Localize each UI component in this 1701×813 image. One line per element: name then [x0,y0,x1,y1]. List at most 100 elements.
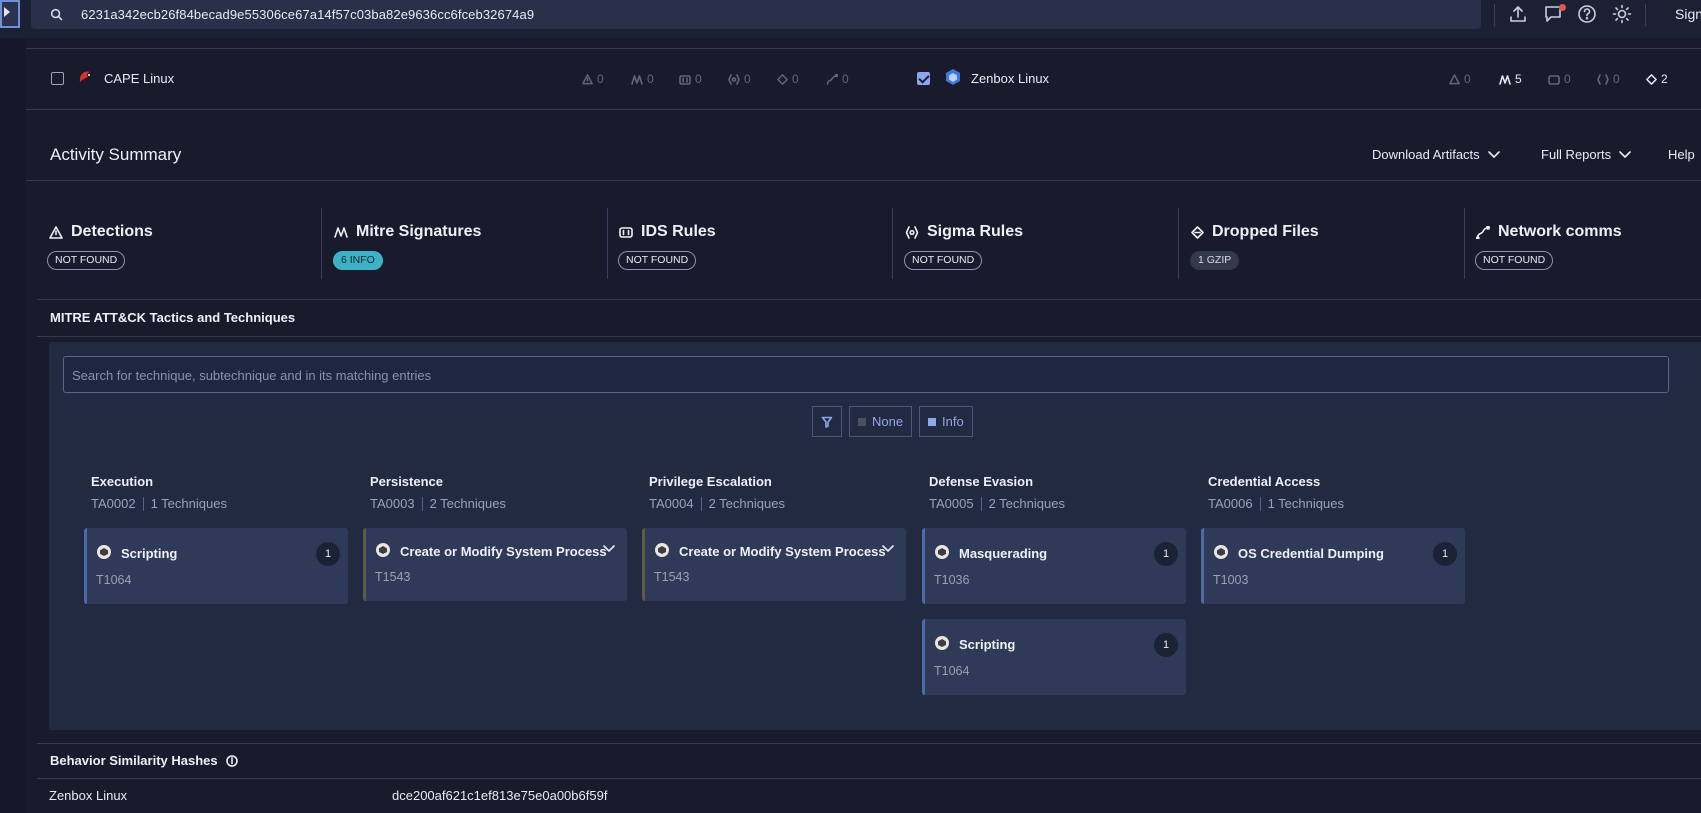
dropped-files-icon [1191,225,1204,239]
filter-icon [821,416,833,428]
technique-card-create-modify-system-process[interactable]: Create or Modify System Process T1543 [363,528,627,601]
technique-name: Scripting [959,637,1016,652]
technique-card-os-credential-dumping[interactable]: OS Credential Dumping T1003 1 [1201,528,1465,604]
top-bar: 6231a342ecb26f84becad9e55306ce67a14f57c0… [0,0,1701,38]
filter-button[interactable] [812,406,842,437]
card-detections[interactable]: Detections [49,223,153,241]
bsh-sandbox-name: Zenbox Linux [49,788,128,803]
warning-icon [582,73,593,84]
none-swatch [858,417,866,426]
warning-icon [1449,73,1460,84]
dropped-files-icon [777,73,788,85]
technique-id: T1064 [96,573,132,587]
network-icon [826,73,838,85]
technique-count: 1 [1154,542,1178,566]
cape-logo-icon [78,69,93,85]
chevron-down-icon[interactable] [882,545,894,553]
stat-ids: 0 [1548,72,1571,86]
help-icon[interactable] [1577,4,1597,24]
search-value: 6231a342ecb26f84becad9e55306ce67a14f57c0… [81,7,535,22]
status-badge: NOT FOUND [1475,251,1554,270]
card-network-comms[interactable]: Network comms [1476,223,1622,241]
technique-count: 1 [1154,633,1178,657]
help-menu[interactable]: Help [1668,147,1695,162]
technique-id: T1543 [654,570,690,584]
divider [26,109,1701,110]
sandbox-checkbox-zenbox[interactable] [917,72,930,85]
stat-mitre: 0 [631,72,654,86]
divider [1464,208,1465,279]
technique-id: T1543 [375,570,411,584]
card-sigma-rules[interactable]: Sigma Rules [905,223,1023,241]
warning-icon [49,225,63,239]
tactic-meta: TA0004 2 Techniques [649,496,785,511]
ids-icon [619,226,633,238]
card-mitre-signatures[interactable]: Mitre Signatures [334,223,481,241]
technique-id: T1036 [934,573,970,587]
technique-name: Scripting [121,546,178,561]
sidebar-toggle-button[interactable] [0,0,20,28]
filter-info-toggle[interactable]: Info [919,406,973,437]
technique-card-masquerading[interactable]: Masquerading T1036 1 [922,528,1186,604]
divider [321,208,322,279]
dropped-files-icon [1646,73,1657,85]
upload-icon[interactable] [1508,4,1528,24]
tactic-privilege-escalation: Privilege Escalation [649,474,772,489]
technique-name: Masquerading [959,546,1048,561]
technique-icon [376,543,390,557]
status-badge: NOT FOUND [47,251,126,270]
technique-icon [935,545,949,559]
stat-mitre: 5 [1499,72,1522,86]
technique-card-scripting[interactable]: Scripting T1064 1 [84,528,348,604]
sandbox-name-zenbox[interactable]: Zenbox Linux [971,71,1049,86]
activity-summary-title: Activity Summary [50,145,182,164]
left-sidebar [0,38,26,813]
divider [1178,208,1179,279]
info-icon[interactable] [225,754,238,767]
technique-count: 1 [316,542,340,566]
divider [37,778,1701,779]
tactic-credential-access: Credential Access [1208,474,1321,489]
technique-icon [1214,545,1228,559]
tactic-meta: TA0006 1 Techniques [1208,496,1344,511]
download-artifacts-menu[interactable]: Download Artifacts [1372,147,1500,162]
stat-detections: 0 [582,72,604,86]
card-ids-rules[interactable]: IDS Rules [619,223,716,241]
technique-card-create-modify-system-process[interactable]: Create or Modify System Process T1543 [642,528,906,601]
sandbox-name-cape[interactable]: CAPE Linux [104,71,174,86]
status-badge: 1 GZIP [1190,251,1240,270]
stat-network: 0 [826,72,849,86]
mitre-icon [334,227,348,238]
theme-toggle-icon[interactable] [1612,4,1632,24]
technique-card-scripting[interactable]: Scripting T1064 1 [922,619,1186,695]
stat-detections: 0 [1449,72,1471,86]
divider [607,208,608,279]
technique-icon [97,545,111,559]
info-swatch [928,417,936,426]
tactic-execution: Execution [91,474,154,489]
technique-icon [935,636,949,650]
mitre-icon [631,74,643,85]
tactic-meta: TA0003 2 Techniques [370,496,506,511]
technique-name: Create or Modify System Process [400,544,607,559]
tactic-meta: TA0005 2 Techniques [929,496,1065,511]
divider [26,48,1701,49]
divider [1494,4,1495,26]
tactic-meta: TA0002 1 Techniques [91,496,227,511]
full-reports-menu[interactable]: Full Reports [1541,147,1631,162]
sandbox-checkbox-cape[interactable] [51,72,64,85]
technique-search-input[interactable]: Search for technique, subtechnique and i… [63,356,1669,393]
search-input[interactable]: 6231a342ecb26f84becad9e55306ce67a14f57c0… [31,0,1481,29]
stat-sigma: 0 [1597,72,1620,86]
sigma-icon [905,225,919,239]
divider [37,336,1701,337]
chevron-down-icon[interactable] [603,545,615,553]
divider [26,180,1701,181]
card-dropped-files[interactable]: Dropped Files [1191,223,1319,241]
filter-none-toggle[interactable]: None [849,406,913,437]
sign-in-link[interactable]: Sign [1675,6,1701,22]
ids-icon [679,74,691,85]
chevron-down-icon [1487,150,1500,158]
behavior-similarity-hashes-title: Behavior Similarity Hashes [50,753,238,768]
stat-dropped: 2 [1646,72,1668,86]
